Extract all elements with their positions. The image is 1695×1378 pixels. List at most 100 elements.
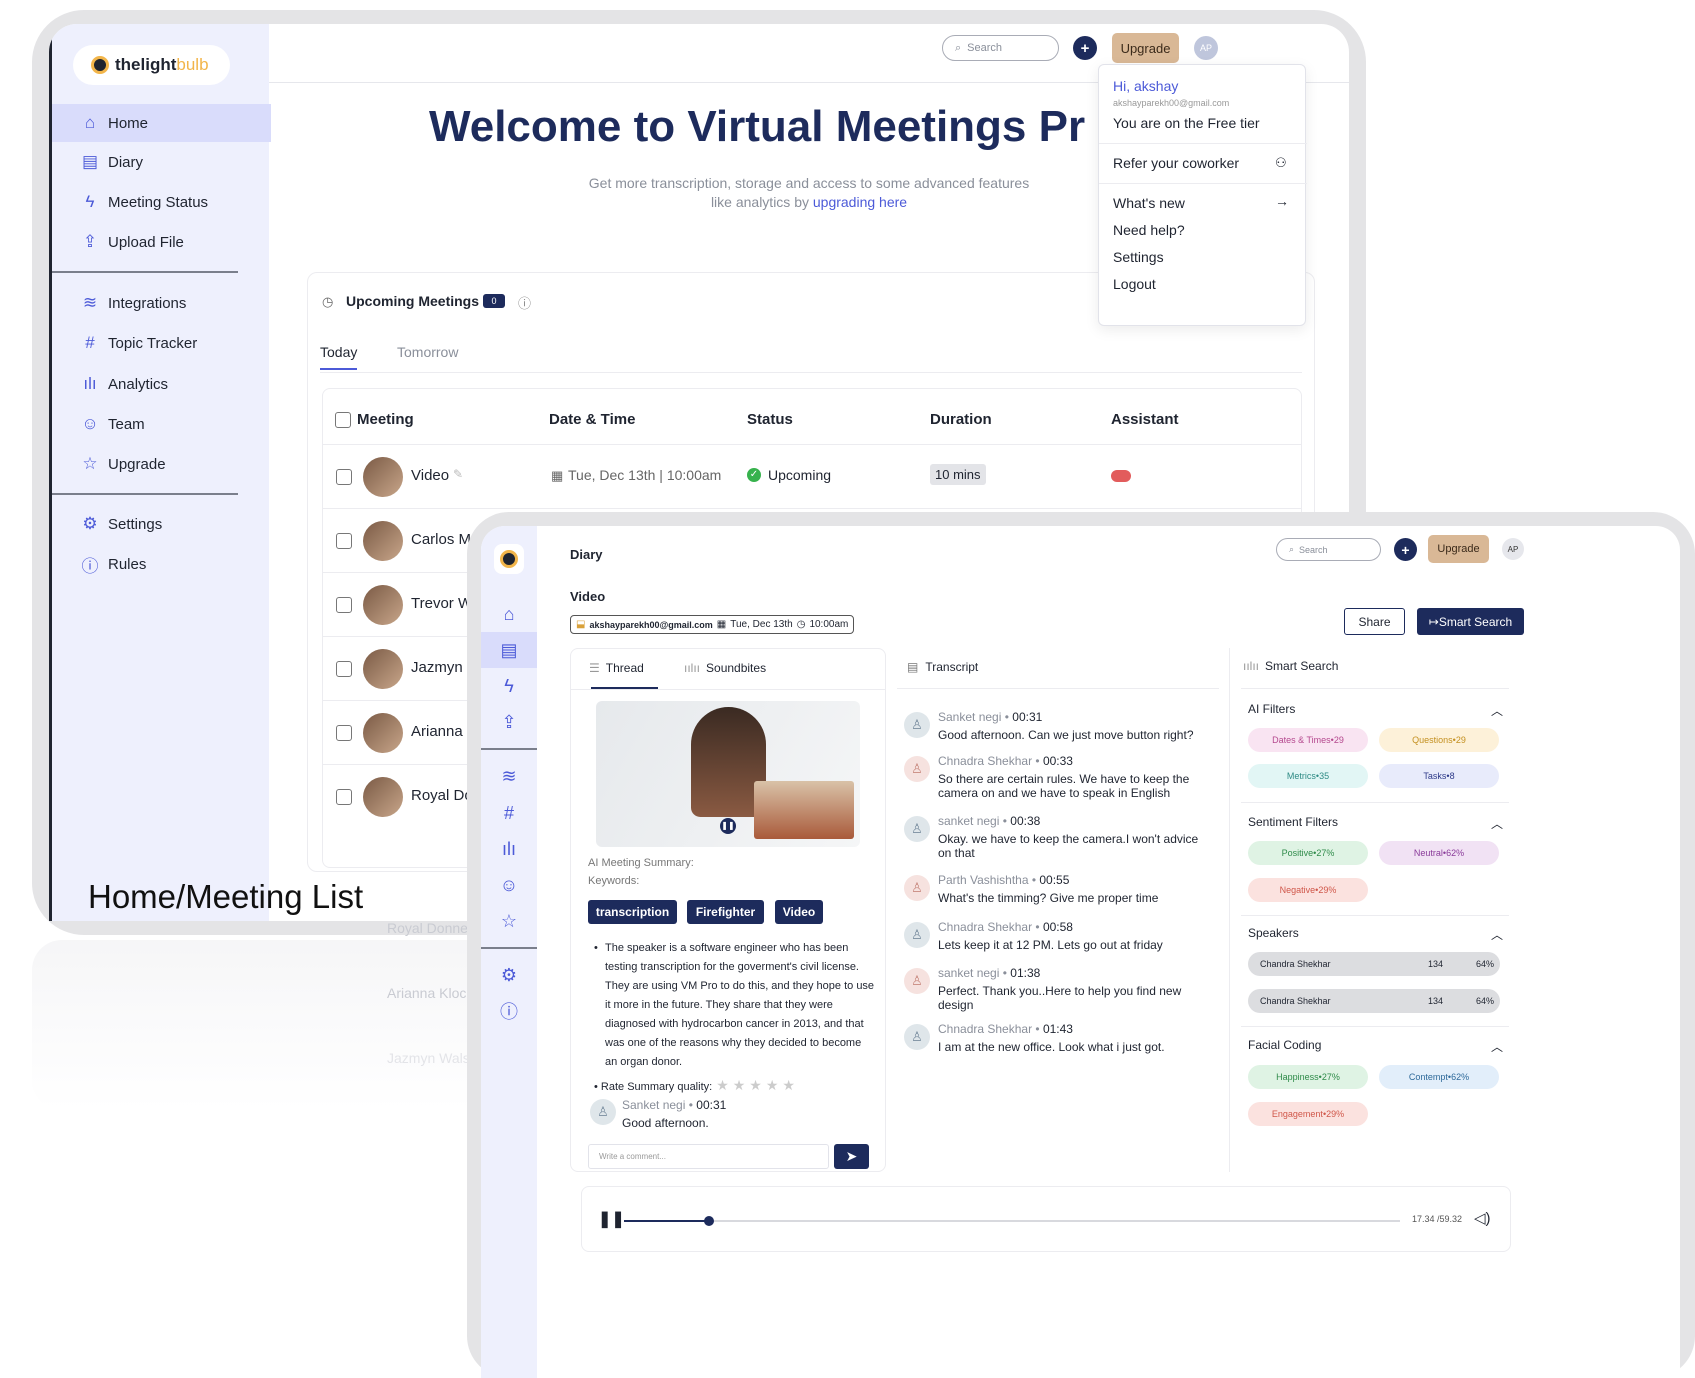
upload-icon[interactable]: ⇪ — [481, 704, 537, 740]
rating-stars[interactable]: ★★★★★ — [716, 1077, 799, 1093]
menu-item-whats-new[interactable]: What's new — [1113, 195, 1185, 211]
search-input[interactable]: ⌕ Search — [1276, 538, 1381, 561]
bar-chart-icon[interactable]: ılı — [481, 831, 537, 867]
chip-count: 62% — [1446, 848, 1465, 858]
speaker-name: Parth Vashishtha — [938, 873, 1029, 887]
users-icon[interactable]: ☺ — [481, 867, 537, 903]
hashtag-icon: # — [85, 333, 95, 352]
logo-accent-text: bulb — [176, 55, 209, 74]
tab-soundbites[interactable]: ıılıı Soundbites — [684, 661, 766, 675]
keyword-tag[interactable]: transcription — [588, 900, 677, 924]
app-logo[interactable] — [494, 544, 524, 574]
layers-icon[interactable]: ≋ — [481, 758, 537, 794]
filter-chip[interactable]: Questions • 29 — [1379, 728, 1499, 752]
smart-search-button[interactable]: ↦Smart Search — [1417, 608, 1524, 635]
keyword-tag[interactable]: Firefighter — [687, 900, 764, 924]
row-checkbox[interactable] — [336, 533, 352, 549]
share-button[interactable]: Share — [1344, 608, 1405, 635]
transcript-title: ▤ Transcript — [907, 660, 978, 674]
sidebar-item-meeting-status[interactable]: ϟ Meeting Status — [52, 183, 271, 221]
menu-item-logout[interactable]: Logout — [1113, 276, 1156, 292]
star-icon[interactable]: ☆ — [481, 903, 537, 939]
sidebar-item-rules[interactable]: ⓘ Rules — [52, 545, 271, 583]
speaker-row[interactable]: Chandra Shekhar 134 64% — [1248, 952, 1500, 976]
assistant-toggle[interactable] — [1111, 470, 1131, 482]
sidebar-item-integrations[interactable]: ≋ Integrations — [52, 284, 271, 322]
select-all-checkbox[interactable] — [335, 412, 351, 428]
upgrade-button[interactable]: Upgrade — [1428, 535, 1489, 563]
row-checkbox[interactable] — [336, 597, 352, 613]
upgrade-button[interactable]: Upgrade — [1112, 33, 1179, 63]
filter-chip[interactable]: Happiness • 27% — [1248, 1065, 1368, 1089]
sidebar-item-analytics[interactable]: ılı Analytics — [52, 365, 271, 403]
lightning-icon[interactable]: ϟ — [481, 668, 537, 704]
filter-chip[interactable]: Tasks • 8 — [1379, 764, 1499, 788]
info-icon[interactable]: ⓘ — [518, 293, 531, 312]
transcript-text: Okay. we have to keep the camera.I won't… — [938, 832, 1199, 860]
menu-item-settings[interactable]: Settings — [1113, 249, 1164, 265]
row-checkbox[interactable] — [336, 789, 352, 805]
waveform-icon: ıılıı — [684, 661, 701, 675]
meeting-date: Tue, Dec 13th — [730, 619, 793, 630]
pause-button[interactable]: ❚❚ — [598, 1209, 625, 1229]
tab-thread[interactable]: ☰ Thread — [589, 661, 644, 675]
section-title: Speakers — [1248, 926, 1299, 940]
progress-handle[interactable] — [704, 1216, 715, 1226]
filter-chip[interactable]: Contempt • 62% — [1379, 1065, 1499, 1089]
filter-chip[interactable]: Positive • 27% — [1248, 841, 1368, 865]
home-icon[interactable]: ⌂ — [481, 596, 537, 632]
sidebar-item-team[interactable]: ☺ Team — [52, 405, 271, 443]
document-icon[interactable]: ▤ — [481, 632, 537, 668]
add-button[interactable]: + — [1394, 538, 1417, 561]
hashtag-icon[interactable]: # — [481, 795, 537, 831]
app-logo[interactable]: thelight bulb — [73, 45, 230, 85]
row-checkbox[interactable] — [336, 661, 352, 677]
upload-icon: ⇪ — [82, 232, 98, 251]
filter-chip[interactable]: Dates & Times • 29 — [1248, 728, 1368, 752]
row-checkbox[interactable] — [336, 725, 352, 741]
sidebar-item-diary[interactable]: ▤ Diary — [52, 143, 271, 181]
filter-chip[interactable]: Metrics • 35 — [1248, 764, 1368, 788]
chevron-up-icon[interactable]: ︿ — [1491, 926, 1503, 943]
avatar[interactable]: AP — [1194, 36, 1218, 60]
tab-tomorrow[interactable]: Tomorrow — [397, 344, 458, 360]
filter-chip[interactable]: Neutral • 62% — [1379, 841, 1499, 865]
pause-icon[interactable]: ❚❚ — [720, 818, 736, 834]
search-input[interactable]: ⌕ Search — [942, 35, 1059, 61]
edit-icon[interactable]: ✎ — [453, 467, 463, 481]
reflection-text: Arianna Klock — [387, 985, 474, 1001]
menu-item-refer[interactable]: Refer your coworker — [1113, 155, 1239, 171]
filter-chip[interactable]: Engagement • 29% — [1248, 1102, 1368, 1126]
chevron-up-icon[interactable]: ︿ — [1491, 1038, 1503, 1055]
video-player[interactable]: ❚❚ — [596, 701, 860, 847]
filter-chip[interactable]: Negative • 29% — [1248, 878, 1368, 902]
menu-item-help[interactable]: Need help? — [1113, 222, 1185, 238]
chip-label: Dates & Times — [1272, 735, 1331, 745]
gear-icon[interactable]: ⚙ — [481, 957, 537, 993]
comment-input[interactable]: Write a comment... — [588, 1144, 829, 1169]
speaker-row[interactable]: Chandra Shekhar 134 64% — [1248, 989, 1500, 1013]
avatar[interactable]: AP — [1502, 538, 1524, 560]
add-button[interactable]: + — [1073, 36, 1097, 60]
speaker-time: 01:43 — [1042, 1022, 1073, 1036]
sidebar-item-settings[interactable]: ⚙ Settings — [52, 505, 271, 543]
summary-label: AI Meeting Summary: — [588, 857, 694, 869]
progress-track[interactable] — [624, 1216, 1400, 1226]
tab-today[interactable]: Today — [320, 344, 358, 370]
info-icon[interactable]: ⓘ — [481, 993, 537, 1029]
comment-time: 00:31 — [696, 1098, 727, 1112]
upgrade-link[interactable]: upgrading here — [813, 194, 907, 210]
sidebar-item-upgrade[interactable]: ☆ Upgrade — [52, 445, 271, 483]
send-button[interactable]: ➤ — [834, 1144, 869, 1169]
row-checkbox[interactable] — [336, 469, 352, 485]
search-placeholder: Search — [967, 42, 1003, 54]
table-row[interactable]: Video ✎ ▦ Tue, Dec 13th | 10:00am ✓ Upco… — [323, 444, 1301, 508]
keyword-tag[interactable]: Video — [775, 900, 823, 924]
sidebar-item-home[interactable]: ⌂ Home — [52, 104, 271, 142]
page-title: Diary — [570, 547, 603, 562]
chevron-up-icon[interactable]: ︿ — [1491, 815, 1503, 832]
sidebar-item-upload-file[interactable]: ⇪ Upload File — [52, 223, 271, 261]
chevron-up-icon[interactable]: ︿ — [1491, 702, 1503, 719]
sidebar-item-topic-tracker[interactable]: # Topic Tracker — [52, 324, 271, 362]
volume-icon[interactable]: ◁) — [1474, 1209, 1491, 1227]
